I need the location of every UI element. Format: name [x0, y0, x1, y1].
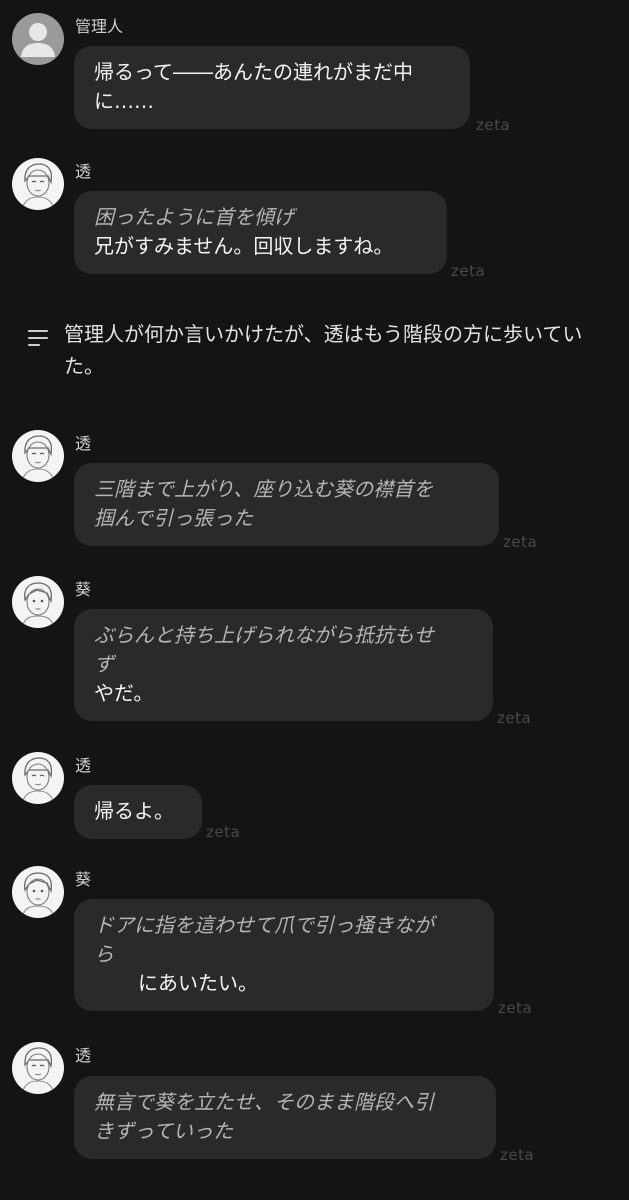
- speech-text: に……: [94, 89, 154, 113]
- speech-text: やだ。: [94, 681, 154, 705]
- sender-name: 透: [75, 434, 92, 453]
- sender-name: 葵: [75, 580, 92, 599]
- speech-text: にあいたい。: [138, 971, 258, 995]
- action-text: 三階まで上がり、座り込む葵の襟首を: [94, 477, 434, 501]
- sender-name: 管理人: [75, 17, 124, 36]
- sender-name: 透: [75, 1046, 92, 1065]
- action-text: きずっていった: [94, 1119, 233, 1143]
- text-lines-icon: [28, 330, 48, 351]
- message-bubble[interactable]: ぶらんと持ち上げられながら抵抗もせ ず やだ。: [74, 609, 493, 721]
- action-text: ず: [94, 652, 114, 676]
- action-text: ドアに指を這わせて爪で引っ掻きなが: [94, 913, 434, 937]
- sender-name: 透: [75, 162, 92, 181]
- message-bubble[interactable]: 帰るって――あんたの連れがまだ中 に……: [74, 46, 470, 129]
- message-bubble[interactable]: 三階まで上がり、座り込む葵の襟首を 掴んで引っ張った: [74, 463, 499, 546]
- action-text: 困ったように首を傾げ: [94, 205, 294, 229]
- message-bubble[interactable]: 無言で葵を立たせ、そのまま階段へ引 きずっていった: [74, 1076, 496, 1159]
- action-text: 無言で葵を立たせ、そのまま階段へ引: [94, 1090, 434, 1114]
- toru-avatar-icon[interactable]: [12, 158, 64, 210]
- speech-text: 帰るよ。: [94, 799, 174, 823]
- zeta-watermark: zeta: [451, 262, 486, 280]
- toru-avatar-icon[interactable]: [12, 430, 64, 482]
- action-text: ら: [94, 942, 114, 966]
- message-bubble[interactable]: 困ったように首を傾げ 兄がすみません。回収しますね。: [74, 191, 447, 274]
- zeta-watermark: zeta: [500, 1146, 535, 1164]
- aoi-avatar-icon[interactable]: [12, 866, 64, 918]
- message-bubble[interactable]: ドアに指を這わせて爪で引っ掻きなが ら にあいたい。: [74, 899, 494, 1011]
- narration-text: 管理人が何か言いかけたが、透はもう階段の方に歩いていた。: [64, 322, 583, 378]
- toru-avatar-icon[interactable]: [12, 752, 64, 804]
- sender-name: 葵: [75, 870, 92, 889]
- speech-text: 帰るって――あんたの連れがまだ中: [94, 60, 413, 84]
- sender-name: 透: [75, 756, 92, 775]
- action-text: ぶらんと持ち上げられながら抵抗もせ: [94, 623, 434, 647]
- default-avatar-icon[interactable]: [12, 13, 64, 65]
- action-text: 掴んで引っ張った: [94, 506, 253, 530]
- speech-text: 兄がすみません。回収しますね。: [94, 234, 394, 258]
- zeta-watermark: zeta: [476, 116, 511, 134]
- aoi-avatar-icon[interactable]: [12, 576, 64, 628]
- toru-avatar-icon[interactable]: [12, 1042, 64, 1094]
- zeta-watermark: zeta: [206, 823, 241, 841]
- message-bubble[interactable]: 帰るよ。: [74, 785, 202, 839]
- zeta-watermark: zeta: [497, 709, 532, 727]
- zeta-watermark: zeta: [498, 999, 533, 1017]
- zeta-watermark: zeta: [503, 533, 538, 551]
